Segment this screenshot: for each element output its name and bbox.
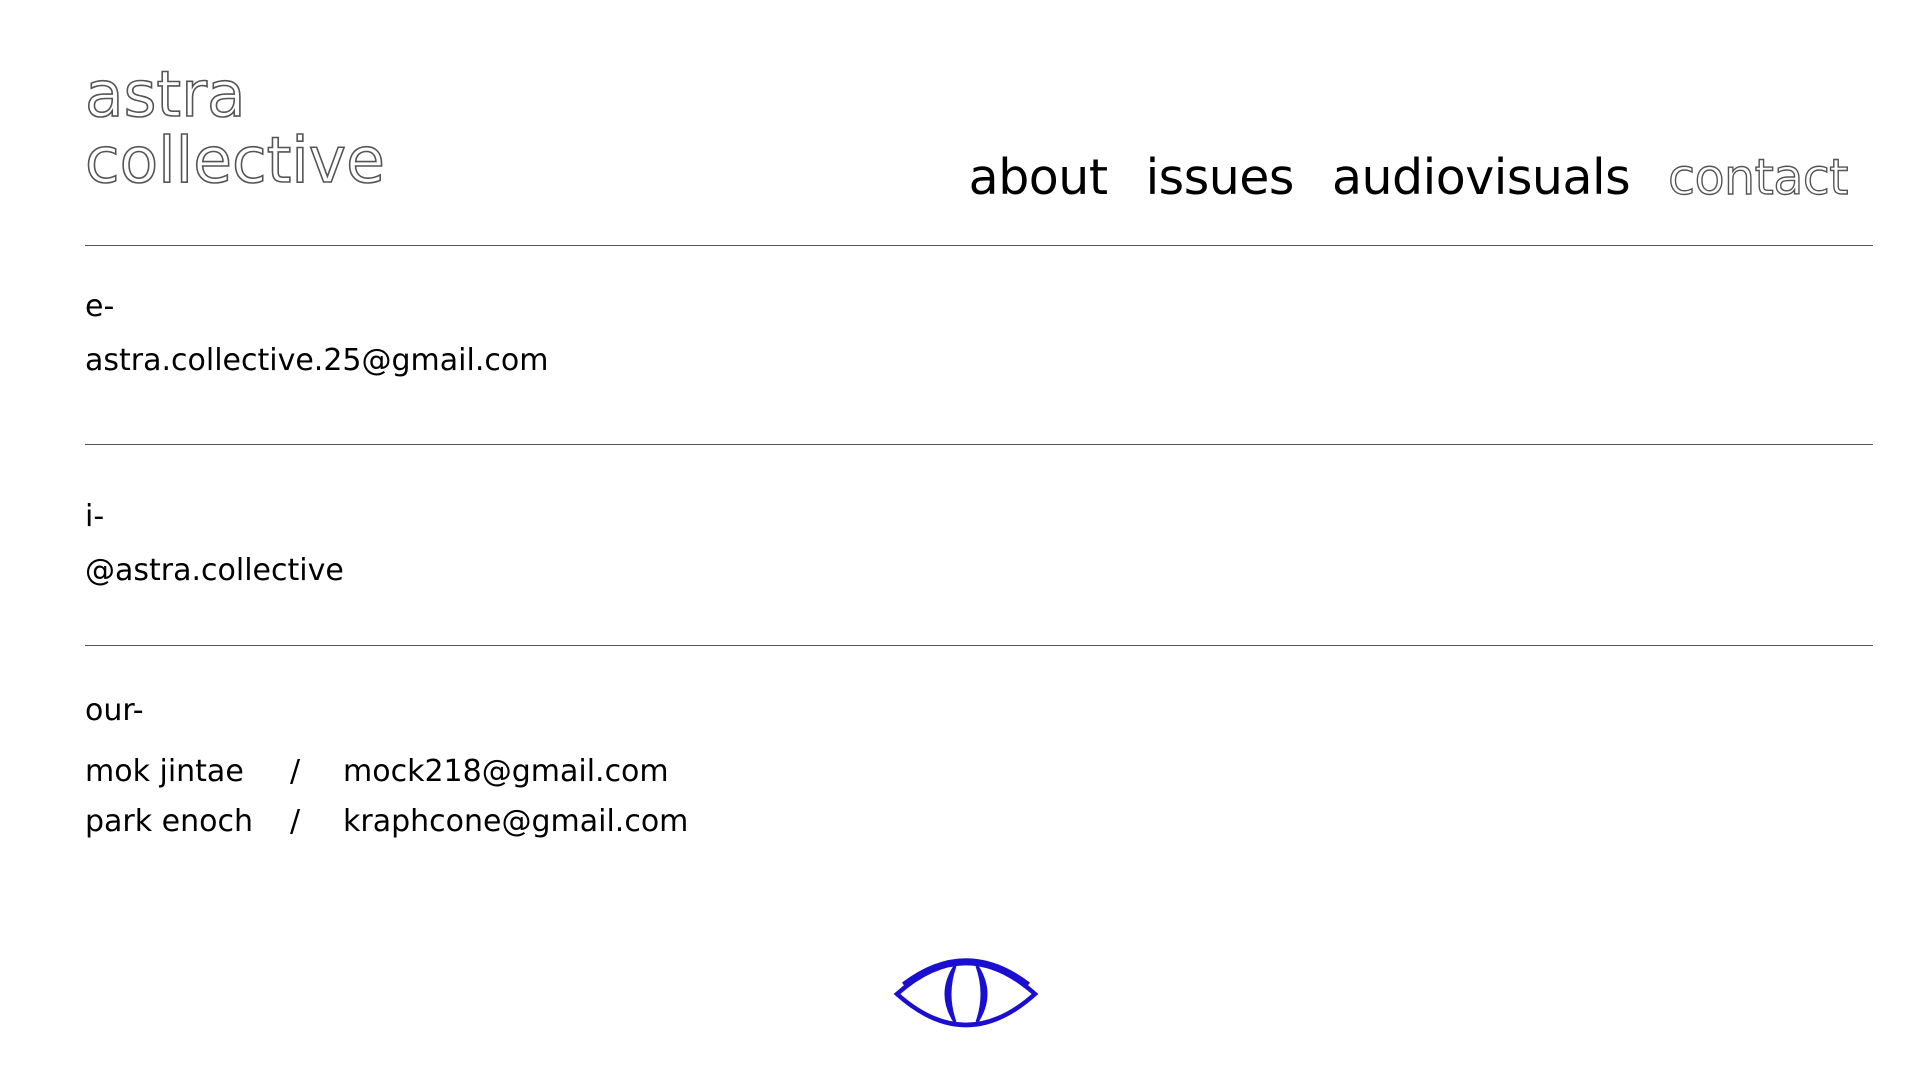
- nav-about[interactable]: about: [969, 148, 1108, 208]
- logo-line-1: astra: [84, 58, 246, 131]
- member-row: park enoch / kraphcone@gmail.com: [85, 797, 688, 847]
- member-email-link[interactable]: kraphcone@gmail.com: [343, 797, 688, 847]
- nav-issues[interactable]: issues: [1146, 148, 1295, 208]
- member-email-link[interactable]: mock218@gmail.com: [343, 747, 669, 797]
- main-nav: about issues audiovisuals contact: [969, 148, 1850, 208]
- divider: [85, 245, 1873, 246]
- nav-contact[interactable]: contact: [1667, 148, 1849, 208]
- member-separator: /: [290, 804, 301, 839]
- email-section: e- astra.collective.25@gmail.com: [85, 287, 548, 381]
- member-name: park enoch: [85, 804, 254, 839]
- member-separator: /: [290, 754, 301, 789]
- nav-audiovisuals[interactable]: audiovisuals: [1332, 148, 1631, 208]
- site-header: astra collective about issues audiovisua…: [84, 0, 1873, 245]
- divider: [85, 444, 1873, 445]
- email-link[interactable]: astra.collective.25@gmail.com: [85, 341, 548, 381]
- members-section: our- mok jintae / mock218@gmail.com park…: [85, 691, 688, 847]
- logo-line-2: collective: [84, 124, 385, 197]
- instagram-link[interactable]: @astra.collective: [85, 551, 344, 591]
- member-row: mok jintae / mock218@gmail.com: [85, 747, 688, 797]
- member-name: mok jintae: [85, 754, 244, 789]
- email-label: e-: [85, 289, 115, 324]
- instagram-label: i-: [85, 499, 105, 534]
- members-label: our-: [85, 693, 144, 728]
- divider: [85, 645, 1873, 646]
- members-list: mok jintae / mock218@gmail.com park enoc…: [85, 747, 688, 847]
- site-logo[interactable]: astra collective: [84, 58, 385, 197]
- eye-icon[interactable]: [893, 948, 1039, 1038]
- instagram-section: i- @astra.collective: [85, 497, 344, 591]
